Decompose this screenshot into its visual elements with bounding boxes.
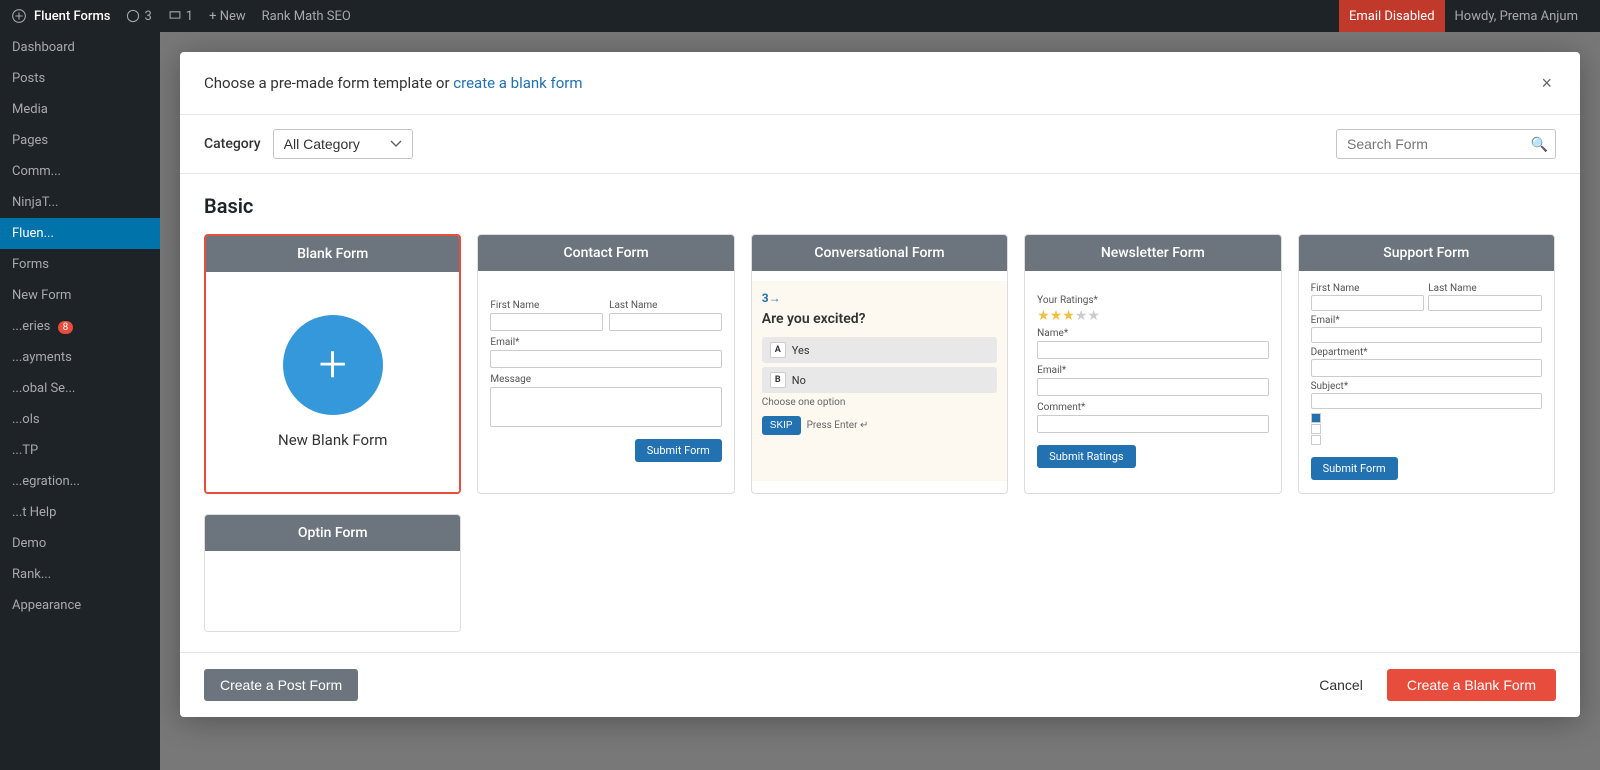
- sidebar-item-appearance[interactable]: Appearance: [0, 590, 160, 621]
- modal-dialog: Choose a pre-made form template or creat…: [180, 52, 1580, 717]
- create-post-form-button[interactable]: Create a Post Form: [204, 669, 358, 701]
- optin-form-header: Optin Form: [205, 515, 460, 551]
- template-card-support[interactable]: Support Form First Name: [1298, 234, 1555, 494]
- howdy-user: Howdy, Prema Anjum: [1445, 0, 1588, 32]
- category-area: Category All Category Basic Advanced Pay…: [204, 129, 413, 159]
- blank-form-icon: +: [283, 315, 383, 415]
- admin-bar: Fluent Forms 3 1 + New Rank Math SEO Ema…: [0, 0, 1600, 32]
- support-form-header: Support Form: [1299, 235, 1554, 271]
- create-blank-form-link[interactable]: create a blank form: [453, 74, 582, 92]
- search-form-input[interactable]: [1336, 129, 1556, 159]
- newsletter-form-preview: Your Ratings* ★★★★★ Name*: [1037, 295, 1268, 468]
- conversational-form-body: 3→ Are you excited? A Yes B No: [752, 271, 1007, 491]
- sidebar-item-comments[interactable]: Comm...: [0, 156, 160, 187]
- support-form-body: First Name Last Name: [1299, 271, 1554, 492]
- sidebar-item-media[interactable]: Media: [0, 94, 160, 125]
- template-card-blank[interactable]: Blank Form + New Blank Form: [204, 234, 461, 494]
- sidebar-item-rank[interactable]: Rank...: [0, 559, 160, 590]
- sidebar-item-dashboard[interactable]: Dashboard: [0, 32, 160, 63]
- category-label: Category: [204, 136, 261, 152]
- modal-header: Choose a pre-made form template or creat…: [180, 52, 1580, 115]
- sidebar-item-demo[interactable]: Demo: [0, 528, 160, 559]
- contact-form-preview: First Name Last Name: [490, 300, 721, 462]
- optin-form-body: [205, 551, 460, 631]
- conv-option-no: B No: [762, 367, 997, 393]
- messages-count[interactable]: 1: [168, 9, 193, 24]
- newsletter-form-header: Newsletter Form: [1025, 235, 1280, 271]
- blank-form-body: + New Blank Form: [206, 272, 459, 492]
- template-card-optin[interactable]: Optin Form: [204, 514, 461, 632]
- template-card-contact[interactable]: Contact Form First Name: [477, 234, 734, 494]
- modal-toolbar: Category All Category Basic Advanced Pay…: [180, 115, 1580, 174]
- blank-form-label: New Blank Form: [278, 431, 387, 449]
- newsletter-form-body: Your Ratings* ★★★★★ Name*: [1025, 271, 1280, 491]
- cancel-button[interactable]: Cancel: [1307, 669, 1375, 701]
- contact-form-body: First Name Last Name: [478, 271, 733, 491]
- star-rating: ★★★★★: [1037, 308, 1268, 324]
- footer-right: Cancel Create a Blank Form: [1307, 669, 1556, 701]
- conv-question: Are you excited?: [762, 311, 997, 327]
- search-wrapper: 🔍: [1336, 129, 1556, 159]
- contact-form-header: Contact Form: [478, 235, 733, 271]
- rank-math-seo[interactable]: Rank Math SEO: [262, 9, 351, 24]
- sidebar-item-new-form[interactable]: New Form: [0, 280, 160, 311]
- sidebar-item-payments[interactable]: ...ayments: [0, 342, 160, 373]
- conv-number: 3→: [762, 291, 997, 305]
- conversational-form-header: Conversational Form: [752, 235, 1007, 271]
- sidebar-item-tools[interactable]: ...ols: [0, 404, 160, 435]
- sidebar-item-ninjat[interactable]: NinjaT...: [0, 187, 160, 218]
- modal-footer: Create a Post Form Cancel Create a Blank…: [180, 652, 1580, 717]
- new-item[interactable]: + New: [209, 9, 246, 24]
- sidebar-item-integrations[interactable]: ...egration...: [0, 466, 160, 497]
- sidebar-item-series[interactable]: ...eries 8: [0, 311, 160, 342]
- conv-note: Choose one option: [762, 397, 997, 408]
- search-icon-button[interactable]: 🔍: [1531, 136, 1548, 153]
- conv-skip-button[interactable]: SKIP: [762, 416, 801, 435]
- template-card-newsletter[interactable]: Newsletter Form Your Ratings* ★★★★★: [1024, 234, 1281, 494]
- conv-option-yes: A Yes: [762, 337, 997, 363]
- support-form-preview: First Name Last Name: [1311, 283, 1542, 480]
- main-area: Dashboard Posts Media Pages Comm... Ninj…: [0, 32, 1600, 770]
- section-title: Basic: [204, 194, 1556, 218]
- create-blank-form-button[interactable]: Create a Blank Form: [1387, 669, 1556, 701]
- template-card-conversational[interactable]: Conversational Form 3→ Are you excited? …: [751, 234, 1008, 494]
- sidebar-item-posts[interactable]: Posts: [0, 63, 160, 94]
- modal-close-button[interactable]: ×: [1537, 70, 1556, 96]
- modal-body: Basic Blank Form + New Blank Form: [180, 174, 1580, 652]
- sidebar-item-help[interactable]: ...t Help: [0, 497, 160, 528]
- content-area: 170 0 0 0% [fluentform type="conversatio…: [160, 32, 1600, 770]
- template-grid-row1: Blank Form + New Blank Form Contact Form: [204, 234, 1556, 494]
- modal-overlay: Choose a pre-made form template or creat…: [160, 32, 1600, 770]
- plus-icon: +: [319, 340, 347, 390]
- comments-count[interactable]: 3: [126, 9, 151, 24]
- blank-form-header: Blank Form: [206, 236, 459, 272]
- modal-title: Choose a pre-made form template or creat…: [204, 74, 583, 92]
- admin-bar-right: Email Disabled Howdy, Prema Anjum: [1339, 0, 1588, 32]
- conv-press-enter: Press Enter ↵: [807, 420, 869, 431]
- email-disabled-badge: Email Disabled: [1339, 0, 1445, 32]
- site-name[interactable]: Fluent Forms: [12, 9, 110, 24]
- conv-skip-row: SKIP Press Enter ↵: [762, 416, 997, 435]
- category-select[interactable]: All Category Basic Advanced Payment: [273, 129, 413, 159]
- sidebar: Dashboard Posts Media Pages Comm... Ninj…: [0, 32, 160, 770]
- sidebar-item-fluent[interactable]: Fluen...: [0, 218, 160, 249]
- conversational-form-preview: 3→ Are you excited? A Yes B No: [752, 281, 1007, 481]
- sidebar-item-forms[interactable]: Forms: [0, 249, 160, 280]
- template-grid-row2: Optin Form: [204, 514, 1556, 632]
- sidebar-item-pages[interactable]: Pages: [0, 125, 160, 156]
- sidebar-item-global-settings[interactable]: ...obal Se...: [0, 373, 160, 404]
- sidebar-item-smtp[interactable]: ...TP: [0, 435, 160, 466]
